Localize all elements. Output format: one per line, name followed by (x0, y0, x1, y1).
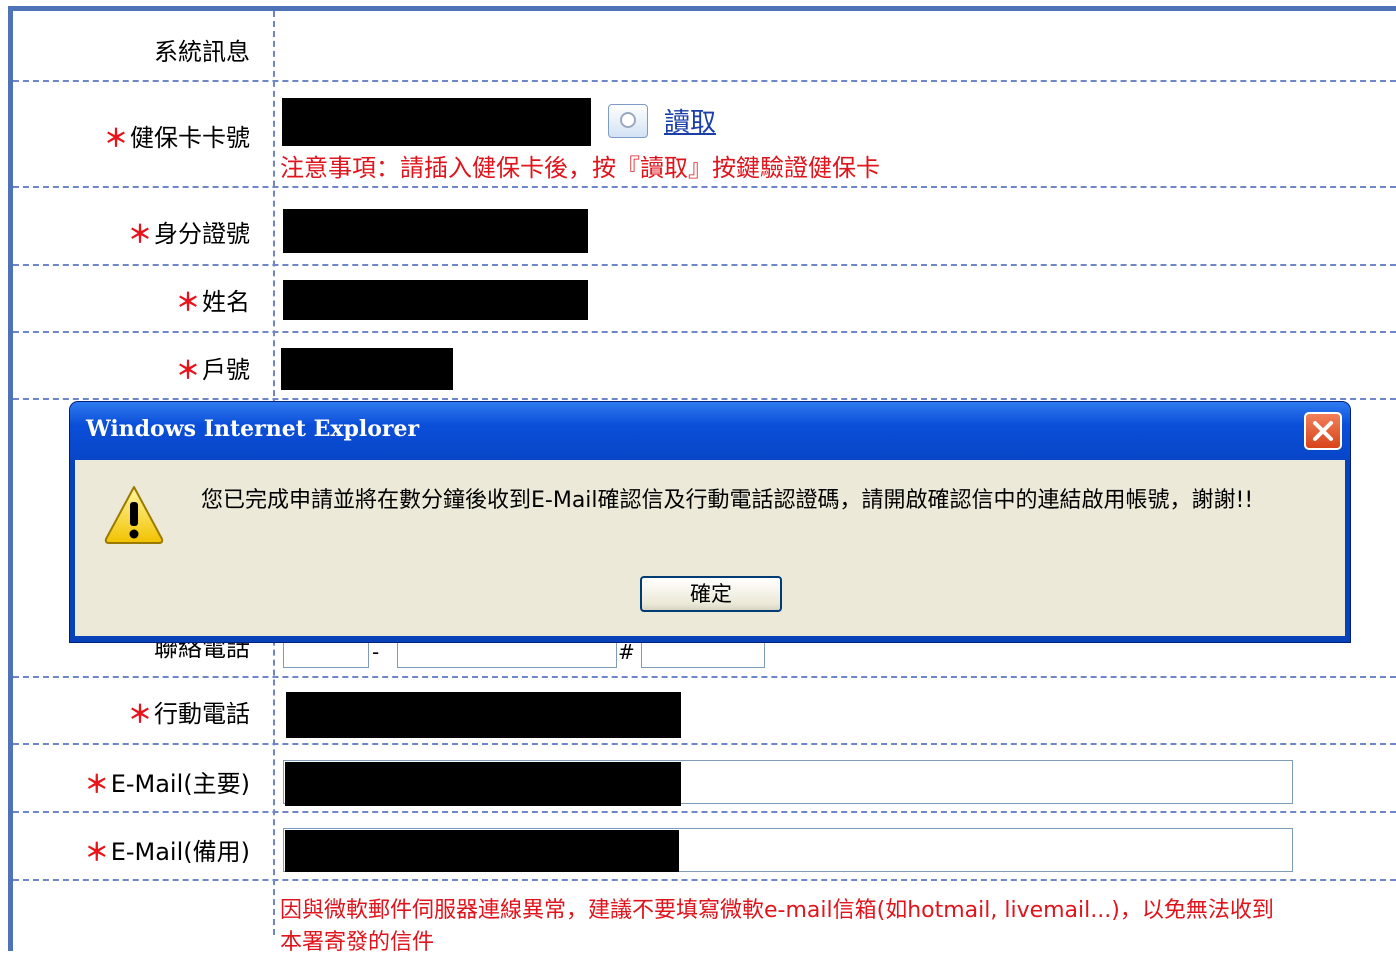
health-card-label: ＊健保卡卡號 (104, 118, 250, 153)
row-divider (13, 398, 1396, 400)
dialog-titlebar[interactable]: Windows Internet Explorer (70, 402, 1350, 460)
mobile-label-text: 行動電話 (154, 700, 250, 728)
email-warning-line2: 本署寄發的信件 (280, 930, 435, 955)
row-divider (13, 811, 1396, 813)
email-backup-redacted (285, 830, 679, 872)
dialog-body: 您已完成申請並將在數分鐘後收到E-Mail確認信及行動電話認證碼，請開啟確認信中… (75, 460, 1345, 636)
card-reader-button[interactable] (608, 104, 648, 138)
row-divider (13, 264, 1396, 266)
household-label: ＊戶號 (176, 350, 250, 385)
household-label-text: 戶號 (202, 356, 250, 384)
email-backup-label-text: E-Mail(備用) (110, 838, 250, 866)
row-divider (13, 331, 1396, 333)
id-label: ＊身分證號 (128, 214, 250, 249)
mobile-input-redacted[interactable] (286, 692, 681, 738)
required-mark: ＊ (128, 700, 152, 728)
email-backup-label: ＊E-Mail(備用) (85, 832, 250, 867)
email-warning-line1: 因與微軟郵件伺服器連線異常，建議不要填寫微軟e-mail信箱(如hotmail,… (280, 898, 1274, 923)
required-mark: ＊ (84, 838, 109, 866)
read-link[interactable]: 讀取 (664, 102, 716, 139)
required-mark: ＊ (104, 124, 128, 152)
id-label-text: 身分證號 (154, 220, 250, 248)
required-mark: ＊ (176, 356, 200, 384)
name-label: ＊姓名 (176, 282, 250, 317)
row-divider (13, 879, 1396, 881)
id-input-redacted[interactable] (283, 209, 588, 253)
dialog-message: 您已完成申請並將在數分鐘後收到E-Mail確認信及行動電話認證碼，請開啟確認信中… (201, 488, 1254, 513)
row-divider (13, 676, 1396, 678)
required-mark: ＊ (128, 220, 152, 248)
warning-icon (104, 486, 164, 544)
circle-icon (620, 112, 636, 128)
dialog-title: Windows Internet Explorer (86, 416, 420, 442)
row-divider (13, 80, 1396, 82)
alert-dialog: Windows Internet Explorer 您已完成申請並將在數分鐘後收… (70, 402, 1350, 642)
row-divider (13, 743, 1396, 745)
system-message-label: 系統訊息 (154, 38, 250, 66)
name-label-text: 姓名 (202, 288, 250, 316)
required-mark: ＊ (176, 288, 200, 316)
row-divider (13, 186, 1396, 188)
email-primary-label-text: E-Mail(主要) (110, 770, 250, 798)
required-mark: ＊ (84, 770, 109, 798)
name-input-redacted[interactable] (283, 280, 588, 320)
health-card-input-redacted[interactable] (282, 98, 591, 146)
mobile-label: ＊行動電話 (128, 694, 250, 729)
email-primary-redacted (285, 762, 681, 806)
health-card-label-text: 健保卡卡號 (130, 124, 250, 152)
household-input-redacted[interactable] (281, 348, 453, 390)
close-icon (1313, 421, 1333, 441)
ok-button[interactable]: 確定 (640, 576, 782, 612)
phone-dash: - (372, 640, 380, 664)
health-card-note: 注意事項：請插入健保卡後，按『讀取』按鍵驗證健保卡 (280, 154, 880, 182)
phone-ext-mark: # (618, 640, 635, 664)
dialog-close-button[interactable] (1304, 412, 1342, 450)
email-warning-note: 因與微軟郵件伺服器連線異常，建議不要填寫微軟e-mail信箱(如hotmail,… (280, 895, 1274, 959)
email-primary-label: ＊E-Mail(主要) (85, 764, 250, 799)
